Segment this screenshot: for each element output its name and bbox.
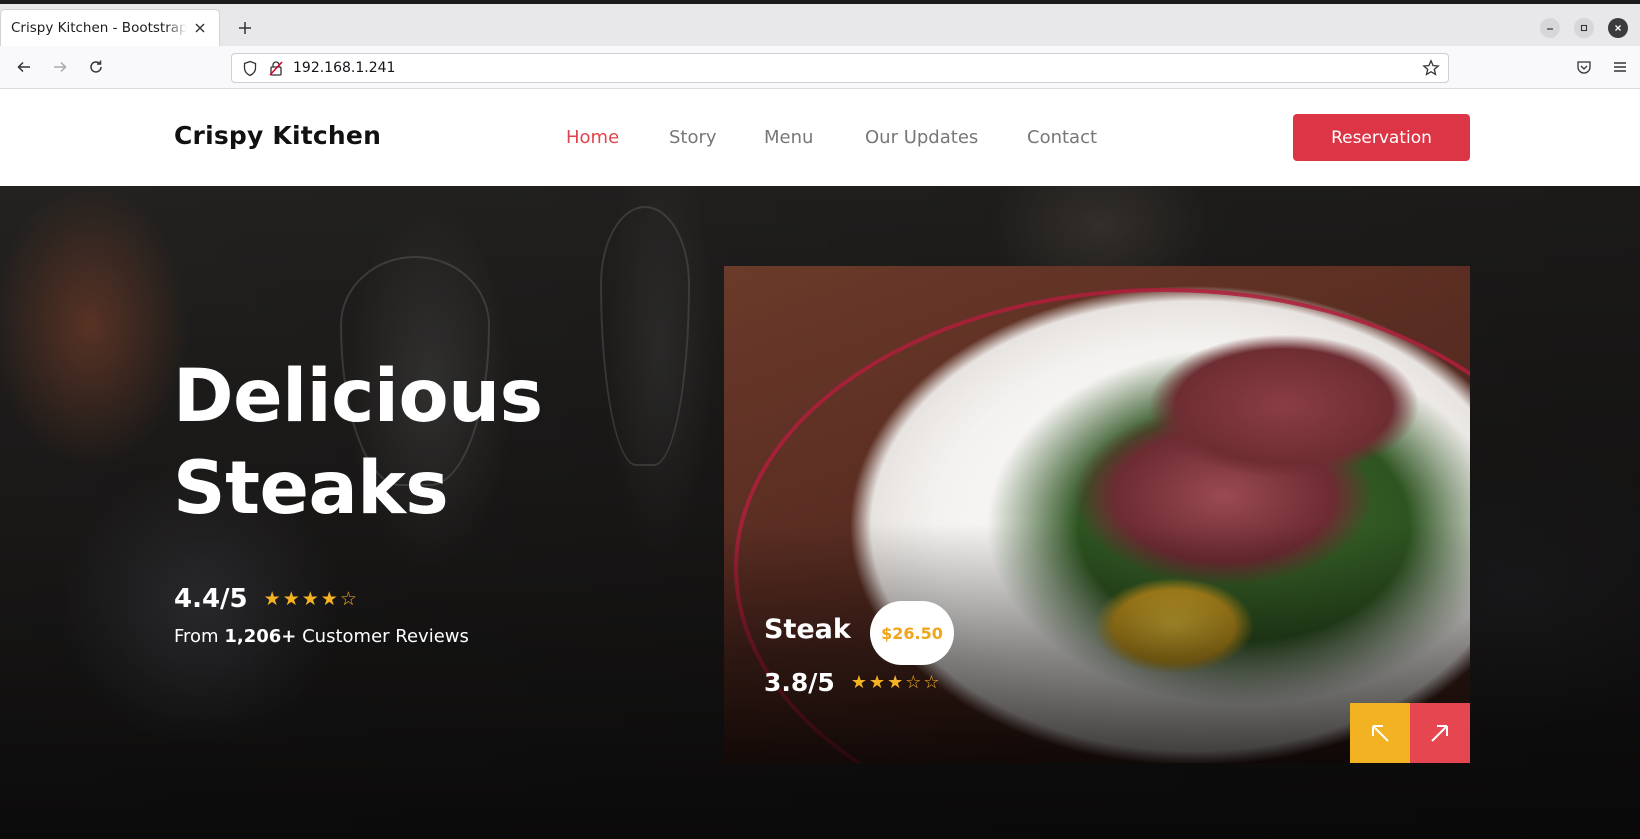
star-filled-icon: ★ <box>301 588 319 610</box>
arrow-up-left-icon <box>1372 725 1389 742</box>
new-tab-icon[interactable] <box>234 17 256 39</box>
url-bar[interactable]: 192.168.1.241 <box>231 53 1449 83</box>
hero-rating-stars: ★ ★ ★ ★ ☆ <box>264 588 357 610</box>
hero-rating: 4.4/5 ★ ★ ★ ★ ☆ <box>174 584 357 614</box>
hero-reviews: From 1,206+ Customer Reviews <box>174 626 469 647</box>
food-slide-card: Steak $26.50 3.8/5 ★ ★ ★ ☆ ☆ <box>724 266 1470 763</box>
dish-name: Steak <box>764 614 851 645</box>
reviews-suffix: Customer Reviews <box>302 626 469 647</box>
site-header: Crispy Kitchen Home Story Menu Our Updat… <box>0 89 1640 186</box>
reviews-count: 1,206+ <box>224 626 297 647</box>
forward-icon[interactable] <box>49 56 71 78</box>
hero-rating-value: 4.4/5 <box>174 584 248 614</box>
browser-navbar: 192.168.1.241 <box>0 46 1640 89</box>
star-filled-icon: ★ <box>282 588 300 610</box>
menu-icon[interactable] <box>1609 56 1631 78</box>
nav-menu[interactable]: Menu <box>764 127 813 148</box>
url-text: 192.168.1.241 <box>293 60 396 76</box>
star-filled-icon: ★ <box>887 672 904 693</box>
star-empty-icon: ☆ <box>905 672 922 693</box>
hero-title: Delicious Steaks <box>173 351 543 535</box>
nav-contact[interactable]: Contact <box>1027 127 1097 148</box>
dish-rating-value: 3.8/5 <box>764 668 835 697</box>
reload-icon[interactable] <box>85 56 107 78</box>
shield-icon[interactable] <box>242 60 258 81</box>
price-badge: $26.50 <box>870 601 954 665</box>
star-filled-icon: ★ <box>868 672 886 693</box>
pocket-icon[interactable] <box>1573 56 1595 78</box>
star-filled-icon: ★ <box>263 588 281 610</box>
browser-tabbar: Crispy Kitchen - Bootstrap 5 HTML Templa… <box>0 4 1640 46</box>
hero-title-line2: Steaks <box>173 446 449 531</box>
star-filled-icon: ★ <box>850 672 867 693</box>
arrow-up-right-icon <box>1431 725 1448 742</box>
brand-logo[interactable]: Crispy Kitchen <box>174 121 381 150</box>
reviews-prefix: From <box>174 626 219 647</box>
nav-story[interactable]: Story <box>669 127 717 148</box>
minimize-icon[interactable] <box>1540 18 1560 38</box>
tab-title: Crispy Kitchen - Bootstrap 5 HTML Templa… <box>11 20 187 36</box>
window-controls <box>1540 18 1628 38</box>
restore-icon[interactable] <box>1574 18 1594 38</box>
reservation-button[interactable]: Reservation <box>1293 114 1470 161</box>
back-icon[interactable] <box>13 56 35 78</box>
star-empty-icon: ☆ <box>339 588 357 610</box>
bookmark-star-icon[interactable] <box>1422 59 1440 81</box>
dish-rating-stars: ★ ★ ★ ☆ ☆ <box>851 672 940 693</box>
dish-rating: 3.8/5 ★ ★ ★ ☆ ☆ <box>764 668 940 697</box>
nav-home[interactable]: Home <box>566 127 619 148</box>
star-empty-icon: ☆ <box>923 672 940 693</box>
window-close-icon[interactable] <box>1608 18 1628 38</box>
tab-close-icon[interactable] <box>191 19 209 37</box>
star-filled-icon: ★ <box>320 588 338 610</box>
insecure-lock-icon[interactable] <box>268 60 284 81</box>
nav-our-updates[interactable]: Our Updates <box>865 127 978 148</box>
hero-section: Delicious Steaks 4.4/5 ★ ★ ★ ★ ☆ From 1,… <box>0 186 1640 839</box>
carousel-prev-button[interactable] <box>1350 703 1410 763</box>
hero-title-line1: Delicious <box>173 354 543 439</box>
browser-tab[interactable]: Crispy Kitchen - Bootstrap 5 HTML Templa… <box>1 10 219 46</box>
carousel-next-button[interactable] <box>1410 703 1470 763</box>
